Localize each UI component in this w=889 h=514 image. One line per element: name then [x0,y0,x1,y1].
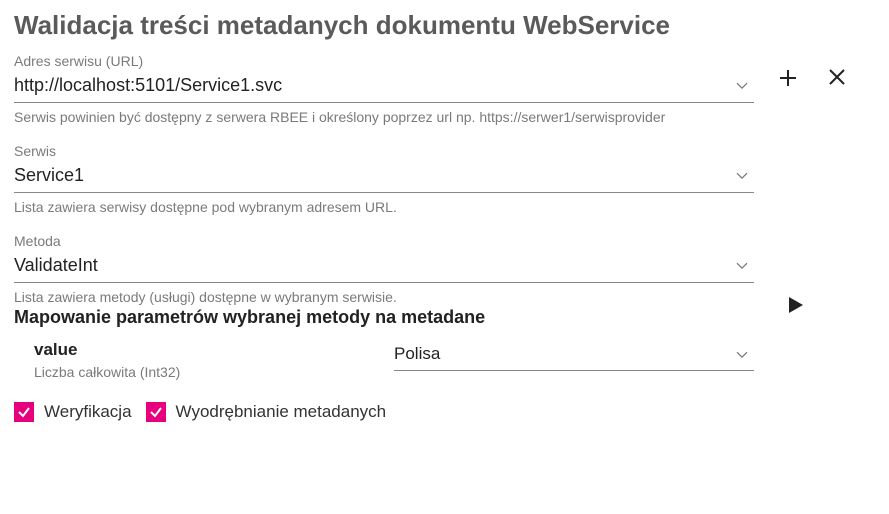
close-button[interactable] [826,66,848,90]
mapping-title: Mapowanie parametrów wybranej metody na … [14,307,754,328]
extract-label: Wyodrębnianie metadanych [176,402,387,422]
param-mapping-select[interactable] [394,340,754,371]
extract-checkbox[interactable] [146,402,166,422]
url-input[interactable] [14,71,754,103]
service-label: Serwis [14,143,754,159]
verify-checkbox[interactable] [14,402,34,422]
method-select[interactable] [14,251,754,283]
param-name: value [34,340,394,360]
run-button[interactable] [784,294,806,316]
param-row: value Liczba całkowita (Int32) [14,340,754,380]
add-button[interactable] [776,66,800,90]
url-label: Adres serwisu (URL) [14,53,754,69]
verify-label: Weryfikacja [44,402,132,422]
service-helper-text: Lista zawiera serwisy dostępne pod wybra… [14,199,754,215]
param-type: Liczba całkowita (Int32) [34,364,394,380]
method-helper-text: Lista zawiera metody (usługi) dostępne w… [14,289,754,305]
page-title: Walidacja treści metadanych dokumentu We… [14,10,754,41]
url-helper-text: Serwis powinien być dostępny z serwera R… [14,109,754,125]
service-select[interactable] [14,161,754,193]
method-label: Metoda [14,233,754,249]
